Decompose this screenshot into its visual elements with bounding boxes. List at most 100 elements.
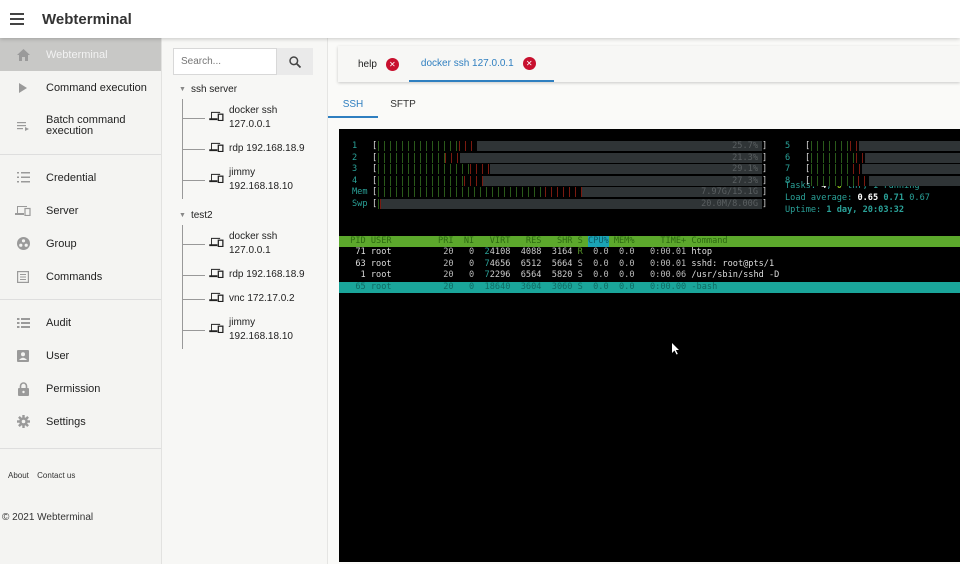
column-header[interactable]: CPU% <box>587 236 609 247</box>
meter-value: 20.0M/8.00G <box>701 199 758 209</box>
app-title: Webterminal <box>42 10 132 28</box>
search-bar <box>173 48 327 75</box>
tab-ssh[interactable]: SSH <box>328 96 378 118</box>
meter-fill-kernel <box>850 141 859 151</box>
meter-fill <box>811 152 866 163</box>
table-cell: 0 <box>469 258 475 269</box>
table-cell: S <box>577 270 583 281</box>
caret-down-icon[interactable]: ▼ <box>179 86 186 93</box>
close-icon[interactable]: ✕ <box>385 57 399 71</box>
uptime-line: Uptime: 1 day, 20:03:32 <box>785 205 905 215</box>
sidebar-item-webterminal[interactable]: Webterminal <box>0 38 161 71</box>
tree-node[interactable]: docker ssh 127.0.0.1 <box>183 99 327 137</box>
tab-docker-ssh[interactable]: docker ssh 127.0.0.1 ✕ <box>408 46 554 82</box>
process-row[interactable]: 1 root 20 0 72296 6564 5820 S 0.0 0.0 0:00.06/usr/… <box>339 270 960 281</box>
sidebar-item-permission[interactable]: Permission <box>0 372 161 405</box>
sidebar-item-label: Settings <box>46 415 86 428</box>
meter-fill <box>811 175 869 186</box>
column-header[interactable]: TIME+ <box>640 236 686 247</box>
list-icon <box>0 317 46 328</box>
table-cell: 0 <box>469 281 475 292</box>
table-cell: 0.0 <box>618 247 635 257</box>
meter-label: 6 <box>785 152 791 163</box>
table-cell: 3060 <box>551 281 573 292</box>
tree-node[interactable]: vnc 172.17.0.2 <box>183 287 327 311</box>
meter-value: 27.3% <box>732 175 758 186</box>
sidebar-item-batch-command-execution[interactable]: Batch command execution <box>0 104 161 148</box>
meter-bracket: [ <box>372 141 378 151</box>
contact-link[interactable]: Contact us <box>37 471 75 480</box>
tree-node[interactable]: jimmy 192.168.18.10 <box>183 311 327 349</box>
meter-bracket: [ <box>805 141 811 151</box>
sidebar-item-credential[interactable]: Credential <box>0 161 161 194</box>
meter-fill-user <box>378 141 459 151</box>
column-header[interactable]: SHR <box>547 236 573 247</box>
tree-node[interactable]: docker ssh 127.0.0.1 <box>183 225 327 263</box>
process-row[interactable]: 63 root 20 0 74656 6512 5664 S 0.0 0.0 0:00.01 sshd… <box>339 259 960 270</box>
search-input[interactable] <box>173 48 277 75</box>
memory-meter: Mem [7.97G/15.1G] <box>352 187 768 198</box>
devices-icon <box>209 142 224 157</box>
devices-icon <box>209 323 224 338</box>
sidebar-item-command-execution[interactable]: Command execution <box>0 71 161 104</box>
close-icon[interactable]: ✕ <box>522 56 536 70</box>
tab-help[interactable]: help ✕ <box>338 46 409 82</box>
load-average-line: Load average: 0.65 0.71 0.67 <box>785 193 930 203</box>
sidebar-item-commands[interactable]: Commands <box>0 260 161 293</box>
meter-fill-user <box>378 187 545 198</box>
tab-sftp[interactable]: SFTP <box>378 96 428 118</box>
cpu-meter: 4 [27.3%] <box>352 175 768 186</box>
sidebar-item-label: Group <box>46 237 77 250</box>
sidebar-item-label: User <box>46 349 70 362</box>
sidebar-item-settings[interactable]: Settings <box>0 405 161 438</box>
meter-bar: 7.97G/15.1G <box>378 187 762 198</box>
session-tab-bar: help ✕ docker ssh 127.0.0.1 ✕ <box>338 46 960 82</box>
sidebar-item-label: Credential <box>46 171 97 184</box>
meter-fill-user <box>811 175 859 186</box>
tree-node[interactable]: jimmy 192.168.18.10 <box>183 161 327 199</box>
meter-fill-kernel <box>469 164 490 175</box>
user-badge-icon <box>0 349 46 362</box>
meter-fill <box>378 152 460 163</box>
tree-children: docker ssh 127.0.0.1 rdp 192.168.18.9 vnc… <box>182 225 327 349</box>
sidebar-item-group[interactable]: Group <box>0 227 161 260</box>
process-row[interactable]: 71 root 20 0 24108 4088 3164 R 0.0 0.0 0:00.01 htop <box>339 247 960 258</box>
column-header[interactable]: RES <box>516 236 542 247</box>
meter-fill-user <box>811 141 851 151</box>
devices-icon <box>0 205 46 216</box>
column-header[interactable]: NI <box>459 236 474 247</box>
table-cell: 20 <box>443 258 454 269</box>
table-cell: root <box>370 258 392 269</box>
column-header[interactable]: MEM% <box>614 236 635 247</box>
column-header[interactable]: USER <box>371 236 392 247</box>
table-cell: root <box>370 270 392 281</box>
menu-icon[interactable] <box>10 10 24 28</box>
list-box-icon <box>0 270 46 283</box>
terminal[interactable]: Tasks: 4, 0 thr; 1 running Load average:… <box>339 129 960 562</box>
column-header[interactable]: S <box>578 236 583 247</box>
numbered-list-icon <box>0 172 46 183</box>
table-cell: 0.0 <box>618 270 635 281</box>
process-row[interactable]: 65 root 20 0 18640 3604 3060 S 0.0 0.0 0:00.00 -bas… <box>339 281 960 293</box>
tree-group-label[interactable]: ▼ test2 <box>179 205 327 225</box>
caret-down-icon[interactable]: ▼ <box>179 212 186 219</box>
tree-group-label[interactable]: ▼ ssh server <box>179 79 327 99</box>
tree-node[interactable]: rdp 192.168.18.9 <box>183 137 327 161</box>
tree-node[interactable]: rdp 192.168.18.9 <box>183 263 327 287</box>
meter-bracket: [ <box>805 164 811 175</box>
sidebar-item-user[interactable]: User <box>0 339 161 372</box>
column-header[interactable]: PID <box>345 236 366 247</box>
meter-value: 25.7% <box>732 141 758 151</box>
meter-value: 7.97G/15.1G <box>701 187 758 198</box>
about-link[interactable]: About <box>8 471 29 480</box>
devices-icon <box>209 111 224 126</box>
sidebar-item-server[interactable]: Server <box>0 194 161 227</box>
column-header[interactable]: PRI <box>438 236 454 247</box>
column-header[interactable]: VIRT <box>479 236 511 247</box>
divider <box>0 448 161 449</box>
column-header[interactable]: Command <box>691 236 727 247</box>
mouse-cursor-icon <box>672 343 680 358</box>
search-button[interactable] <box>277 48 313 75</box>
meter-bar <box>811 175 960 186</box>
sidebar-item-audit[interactable]: Audit <box>0 306 161 339</box>
